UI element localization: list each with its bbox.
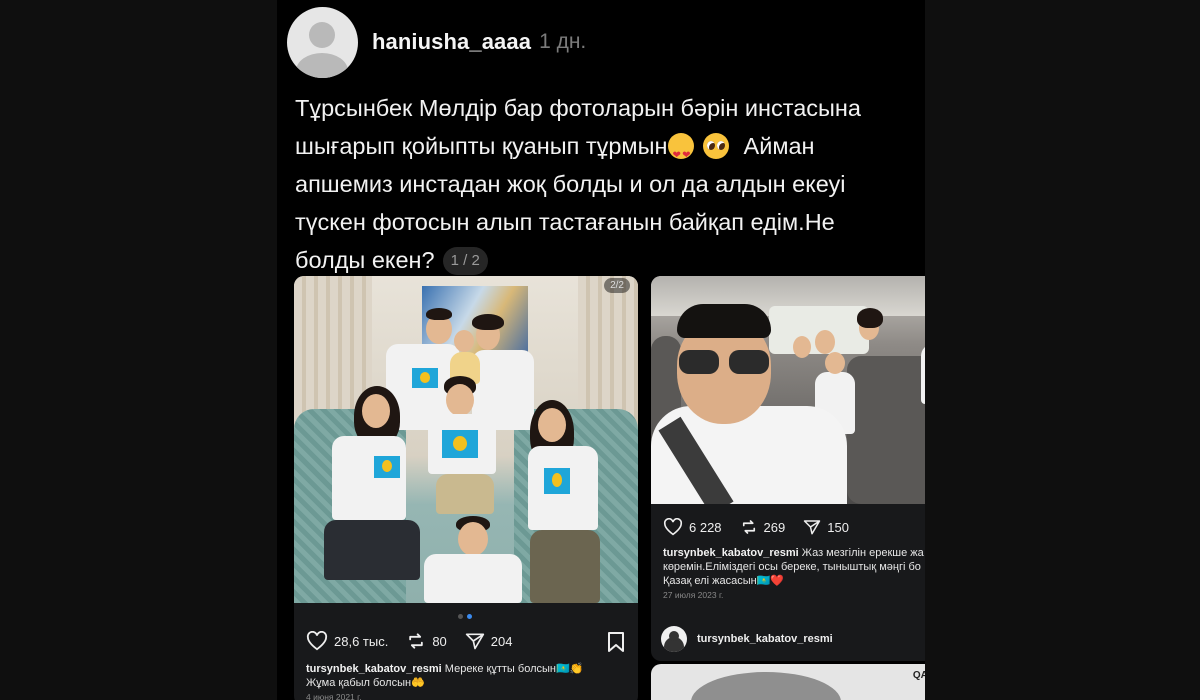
caption-text-2: Жұма қабыл болсын🤲 bbox=[306, 677, 425, 689]
avatar-body-shape bbox=[296, 52, 348, 78]
carousel-dot[interactable] bbox=[458, 614, 463, 619]
bookmark-icon[interactable] bbox=[607, 631, 625, 653]
kazakhstan-flag-print bbox=[412, 368, 438, 388]
post-text-line-2-start: шығарып қойыпты қуанып тұрмын bbox=[295, 133, 668, 159]
post-column: haniusha_aaaa 1 дн. Тұрсынбек Мөлдір бар… bbox=[277, 0, 925, 700]
person-girl-left-trousers bbox=[324, 520, 420, 580]
portrait-photo bbox=[691, 672, 841, 700]
card3-brand-label: QAZAQ bbox=[912, 670, 925, 681]
post-header: haniusha_aaaa 1 дн. bbox=[287, 6, 586, 78]
repost-count: 269 bbox=[763, 519, 786, 535]
author-avatar[interactable] bbox=[661, 626, 687, 652]
post-text-line-2-end: Айман bbox=[743, 133, 815, 159]
repost-icon bbox=[409, 633, 424, 649]
post-text-line-4: түскен фотосын алып тастағанын байқап ед… bbox=[295, 209, 835, 235]
person-boy-face bbox=[458, 522, 488, 556]
card1-caption: tursynbek_kabatov_resmi Мереке құтты бол… bbox=[306, 662, 626, 700]
carousel-dot-active[interactable] bbox=[467, 614, 472, 619]
card2-caption: tursynbek_kabatov_resmi Жаз мезгілін ере… bbox=[663, 546, 925, 602]
post-text-line-5-text: болды екен? bbox=[295, 247, 435, 273]
like-button[interactable]: 6 228 bbox=[663, 518, 722, 536]
carousel-dots bbox=[458, 614, 472, 619]
post-text-line-3: апшемиз инстадан жоқ болды и ол да алдын… bbox=[295, 171, 846, 197]
send-icon bbox=[804, 520, 821, 535]
post-time: 1 дн. bbox=[539, 30, 587, 53]
caption-date: 27 июля 2023 г. bbox=[663, 590, 724, 600]
share-button[interactable]: 150 bbox=[803, 518, 849, 536]
passenger-face bbox=[815, 330, 835, 354]
user-avatar[interactable] bbox=[287, 6, 358, 78]
passenger-child-face bbox=[825, 352, 845, 374]
caption-text-1: Мереке құтты болсын🇰🇿👏 bbox=[444, 663, 584, 675]
embedded-post-card-3[interactable]: QAZAQ bbox=[651, 664, 925, 700]
person-girl-middle-trousers bbox=[436, 474, 494, 514]
author-username[interactable]: tursynbek_kabatov_resmi bbox=[697, 633, 833, 645]
send-icon bbox=[465, 633, 484, 650]
person-girl-left-shirt bbox=[332, 436, 406, 520]
share-count: 204 bbox=[490, 633, 513, 649]
person-boy-shirt bbox=[424, 554, 522, 603]
repost-button[interactable]: 80 bbox=[406, 631, 447, 651]
person-girl-right-trousers bbox=[530, 530, 600, 603]
person-girl-middle-face bbox=[446, 384, 474, 416]
person-girl-right-face bbox=[538, 408, 566, 442]
heart-icon bbox=[306, 631, 328, 651]
card2-author-row[interactable]: tursynbek_kabatov_resmi bbox=[661, 626, 833, 652]
man-hair bbox=[677, 304, 771, 338]
person-mother-hair bbox=[472, 314, 504, 330]
caption-text-1: Жаз мезгілін ерекше жа bbox=[801, 547, 924, 559]
repost-button[interactable]: 269 bbox=[740, 518, 786, 536]
post-text: Тұрсынбек Мөлдір бар фотоларын бәрін инс… bbox=[295, 89, 915, 279]
card1-action-bar: 28,6 тыс. 80 204 bbox=[306, 631, 531, 651]
page-indicator: 1 / 2 bbox=[442, 247, 488, 275]
like-count: 28,6 тыс. bbox=[334, 633, 389, 649]
post-text-line-1: Тұрсынбек Мөлдір бар фотоларын бәрін инс… bbox=[295, 95, 861, 121]
embedded-post-card-1[interactable]: 2/2 28,6 тыс. 80 204 tursynbek_kabatov_r… bbox=[294, 276, 638, 700]
image-counter: 2/2 bbox=[604, 278, 630, 293]
family-photo[interactable]: 2/2 bbox=[294, 276, 638, 603]
person-father-hair bbox=[426, 308, 452, 320]
repost-icon bbox=[742, 520, 755, 534]
avatar-head-shape bbox=[309, 21, 335, 48]
kazakhstan-flag-print bbox=[442, 430, 478, 458]
passenger-right-shirt bbox=[921, 344, 925, 404]
kazakhstan-flag-print bbox=[374, 456, 400, 478]
passenger-face bbox=[793, 336, 811, 358]
caption-username[interactable]: tursynbek_kabatov_resmi bbox=[663, 547, 799, 559]
pleading-face-emoji-icon bbox=[703, 133, 730, 159]
heart-icon bbox=[663, 518, 683, 536]
caption-text-2: көремін.Еліміздегі осы береке, тыныштық … bbox=[663, 561, 921, 573]
caption-text-3: Қазақ елі жасасын🇰🇿❤️ bbox=[663, 575, 785, 587]
sunglasses-lens-right bbox=[729, 350, 769, 374]
sunglasses-lens-left bbox=[679, 350, 719, 374]
like-button[interactable]: 28,6 тыс. bbox=[306, 631, 388, 651]
card2-action-bar: 6 228 269 150 bbox=[663, 518, 867, 536]
post-text-line-2: шығарып қойыпты қуанып тұрмын Айман bbox=[295, 127, 915, 175]
share-count: 150 bbox=[827, 519, 849, 535]
sunglasses bbox=[679, 350, 769, 374]
share-button[interactable]: 204 bbox=[465, 631, 513, 651]
post-text-line-5: болды екен? 1 / 2 bbox=[295, 241, 915, 279]
embedded-post-card-2[interactable]: 6 228 269 150 tursynbek_kabatov_resmi Жа… bbox=[651, 276, 925, 661]
like-count: 6 228 bbox=[689, 519, 722, 535]
heart-eyes-emoji-icon bbox=[668, 133, 695, 175]
kazakhstan-flag-print bbox=[544, 468, 570, 494]
post-username[interactable]: haniusha_aaaa bbox=[372, 29, 531, 55]
repost-count: 80 bbox=[432, 633, 447, 649]
caption-date: 4 июня 2021 г. bbox=[306, 692, 362, 700]
passenger-hair bbox=[857, 308, 883, 328]
car-selfie-photo[interactable] bbox=[651, 276, 925, 504]
person-girl-left-face bbox=[362, 394, 390, 428]
caption-username[interactable]: tursynbek_kabatov_resmi bbox=[306, 663, 442, 675]
car-seat-right bbox=[847, 356, 925, 504]
person-toddler-face bbox=[454, 330, 474, 352]
